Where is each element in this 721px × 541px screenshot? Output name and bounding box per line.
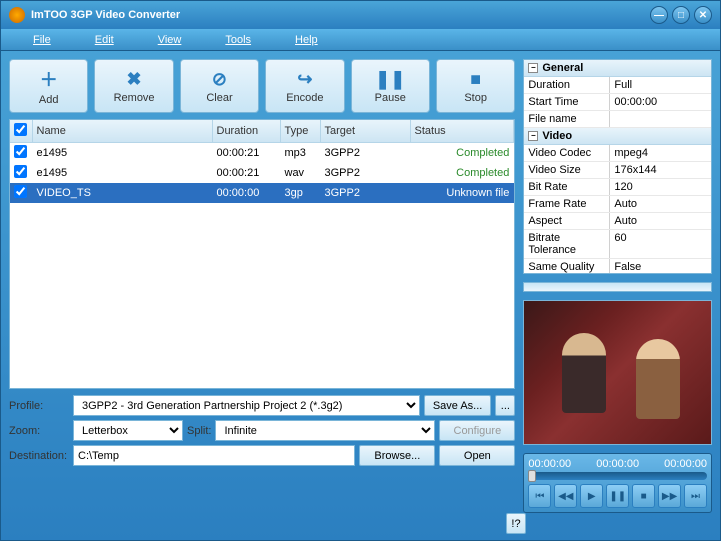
minimize-button[interactable]: — — [650, 6, 668, 24]
properties-panel[interactable]: −GeneralDurationFullStart Time00:00:00Fi… — [523, 59, 712, 274]
titlebar: ImTOO 3GP Video Converter — □ ✕ — [1, 1, 720, 29]
split-select[interactable]: Infinite — [215, 420, 435, 441]
col-target[interactable]: Target — [320, 120, 410, 143]
prop-row[interactable]: Video Size176x144 — [524, 162, 711, 179]
saveas-button[interactable]: Save As... — [424, 395, 492, 416]
clear-button-icon: ⊘ — [212, 69, 227, 90]
remove-button[interactable]: ✖Remove — [94, 59, 173, 113]
forward-button[interactable]: ▶▶ — [658, 484, 681, 508]
table-row[interactable]: e149500:00:21wav3GPP2Completed — [10, 163, 514, 183]
prop-group-video[interactable]: −Video — [524, 128, 711, 145]
prop-row[interactable]: Frame RateAuto — [524, 196, 711, 213]
table-header-row: NameDurationTypeTargetStatus — [10, 120, 514, 143]
help-button[interactable]: !? — [506, 513, 526, 534]
collapse-icon[interactable]: − — [528, 63, 538, 73]
playback-panel: 00:00:00 00:00:00 00:00:00 ⏮◀◀▶❚❚■▶▶⏭ — [523, 453, 712, 513]
encode-button-icon: ↪ — [297, 69, 312, 90]
pause-play-button[interactable]: ❚❚ — [606, 484, 629, 508]
destination-label: Destination: — [9, 450, 69, 462]
profile-label: Profile: — [9, 400, 69, 412]
stop-button[interactable]: ■Stop — [436, 59, 515, 113]
col-name[interactable]: Name — [32, 120, 212, 143]
app-icon — [9, 7, 25, 23]
file-table[interactable]: NameDurationTypeTargetStatus e149500:00:… — [9, 119, 515, 389]
playback-buttons: ⏮◀◀▶❚❚■▶▶⏭ — [528, 484, 707, 508]
prev-button[interactable]: ⏮ — [528, 484, 551, 508]
stop-play-button[interactable]: ■ — [632, 484, 655, 508]
add-button[interactable]: ＋Add — [9, 59, 88, 113]
row-checkbox[interactable] — [14, 145, 27, 158]
table-row[interactable]: VIDEO_TS00:00:003gp3GPP2Unknown file — [10, 183, 514, 203]
prop-row[interactable]: Start Time00:00:00 — [524, 94, 711, 111]
play-button[interactable]: ▶ — [580, 484, 603, 508]
menu-tools[interactable]: Tools — [203, 31, 273, 49]
toolbar: ＋Add✖Remove⊘Clear↪Encode❚❚Pause■Stop — [9, 59, 515, 113]
split-label: Split: — [187, 425, 211, 437]
close-button[interactable]: ✕ — [694, 6, 712, 24]
clear-button[interactable]: ⊘Clear — [180, 59, 259, 113]
col-status[interactable]: Status — [410, 120, 514, 143]
menu-file[interactable]: File — [11, 31, 73, 49]
open-button[interactable]: Open — [439, 445, 515, 466]
pause-button[interactable]: ❚❚Pause — [351, 59, 430, 113]
time-end: 00:00:00 — [664, 458, 707, 470]
menu-help[interactable]: Help — [273, 31, 340, 49]
prop-row[interactable]: AspectAuto — [524, 213, 711, 230]
rewind-button[interactable]: ◀◀ — [554, 484, 577, 508]
stop-button-icon: ■ — [470, 69, 481, 90]
collapse-icon[interactable]: − — [528, 131, 538, 141]
row-checkbox[interactable] — [14, 165, 27, 178]
browse-button[interactable]: Browse... — [359, 445, 435, 466]
remove-button-icon: ✖ — [127, 69, 142, 90]
col-duration[interactable]: Duration — [212, 120, 280, 143]
row-checkbox[interactable] — [14, 185, 27, 198]
prop-row[interactable]: DurationFull — [524, 77, 711, 94]
prop-row[interactable]: Same QualityFalse — [524, 259, 711, 274]
menubar: FileEditViewToolsHelp — [1, 29, 720, 51]
next-button[interactable]: ⏭ — [684, 484, 707, 508]
select-all-checkbox[interactable] — [14, 123, 27, 136]
time-start: 00:00:00 — [528, 458, 571, 470]
destination-input[interactable] — [73, 445, 355, 466]
configure-button[interactable]: Configure — [439, 420, 515, 441]
time-mid: 00:00:00 — [596, 458, 639, 470]
table-row[interactable]: e149500:00:21mp33GPP2Completed — [10, 143, 514, 164]
prop-group-general[interactable]: −General — [524, 60, 711, 77]
prop-row[interactable]: Video Codecmpeg4 — [524, 145, 711, 162]
preview-window — [523, 300, 712, 445]
menu-view[interactable]: View — [136, 31, 204, 49]
zoom-label: Zoom: — [9, 425, 69, 437]
maximize-button[interactable]: □ — [672, 6, 690, 24]
prop-row[interactable]: Bitrate Tolerance60 — [524, 230, 711, 259]
prop-row[interactable]: Bit Rate120 — [524, 179, 711, 196]
profile-select[interactable]: 3GPP2 - 3rd Generation Partnership Proje… — [73, 395, 420, 416]
zoom-select[interactable]: Letterbox — [73, 420, 183, 441]
prop-row[interactable]: File name — [524, 111, 711, 128]
properties-scrollbar[interactable] — [523, 282, 712, 292]
col-type[interactable]: Type — [280, 120, 320, 143]
menu-edit[interactable]: Edit — [73, 31, 136, 49]
seek-slider[interactable] — [528, 472, 707, 480]
encode-button[interactable]: ↪Encode — [265, 59, 344, 113]
profile-more-button[interactable]: ... — [495, 395, 515, 416]
add-button-icon: ＋ — [40, 66, 58, 92]
pause-button-icon: ❚❚ — [375, 69, 405, 90]
app-title: ImTOO 3GP Video Converter — [31, 9, 180, 21]
